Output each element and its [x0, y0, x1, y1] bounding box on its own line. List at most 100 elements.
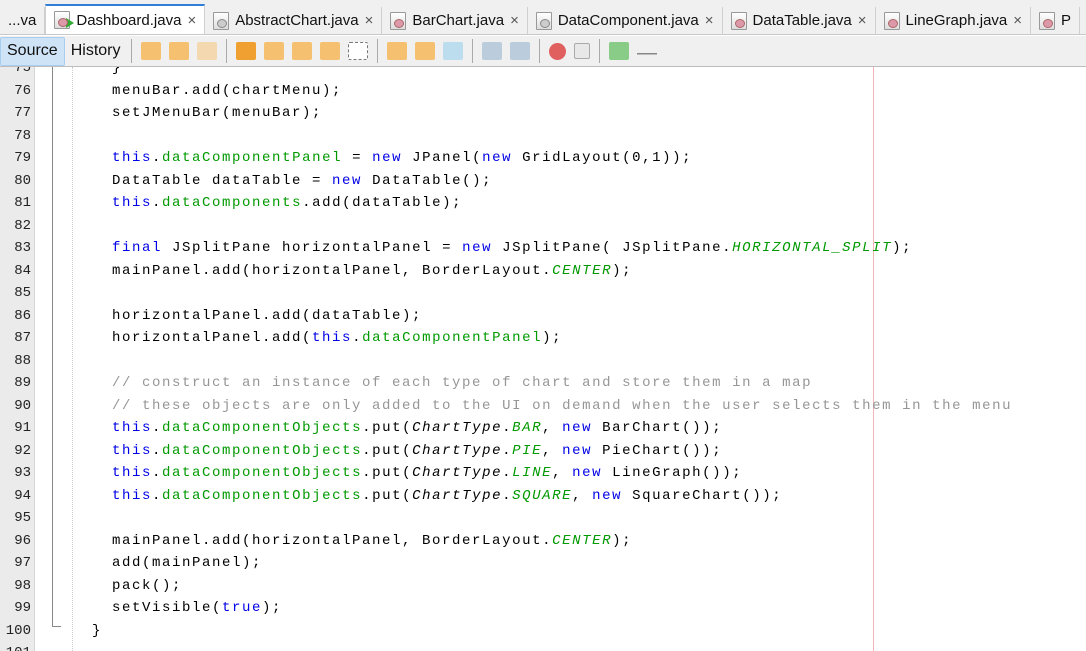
code-line: 89 // construct an instance of each type…: [0, 372, 810, 395]
code-token: .put(: [362, 465, 413, 482]
code-text: DataTable dataTable = new DataTable();: [32, 173, 492, 189]
line-number: 76: [14, 82, 31, 99]
line-number: 97: [14, 555, 31, 572]
code-line: 83 final JSplitPane horizontalPanel = ne…: [0, 237, 910, 260]
code-text: this.dataComponentPanel = new JPanel(new…: [32, 150, 692, 166]
code-line: 75 }: [0, 67, 120, 80]
code-token: mainPanel.add(horizontalPanel, BorderLay…: [32, 262, 553, 279]
code-line: 90 // these objects are only added to th…: [0, 395, 1010, 418]
tab-abstractchart-java[interactable]: AbstractChart.java ×: [205, 7, 383, 34]
code-text: final JSplitPane horizontalPanel = new J…: [32, 240, 912, 256]
line-number: 78: [14, 127, 31, 144]
tab-label: Dashboard.java: [76, 11, 182, 29]
line-number: 98: [14, 577, 31, 594]
tab-label: DataTable.java: [752, 12, 852, 29]
line-number: 85: [14, 285, 31, 302]
code-token: );: [262, 600, 283, 617]
code-token: ChartType: [412, 487, 503, 504]
code-token: .put(: [362, 420, 413, 437]
line-number: 90: [14, 397, 31, 414]
line-number: 89: [14, 375, 31, 392]
line-number: 86: [14, 307, 31, 324]
code-token: .: [152, 420, 163, 437]
code-text: menuBar.add(chartMenu);: [32, 83, 342, 99]
tab-label: P: [1061, 12, 1072, 29]
code-line: 76 menuBar.add(chartMenu);: [0, 80, 340, 103]
code-token: horizontalPanel.add(dataTable);: [32, 307, 423, 324]
line-number: 87: [14, 330, 31, 347]
code-token: // these objects are only added to the U…: [32, 397, 1013, 414]
code-token: .: [502, 487, 513, 504]
java-class-file-icon: [390, 11, 407, 30]
code-token: .: [502, 420, 513, 437]
tab-label: BarChart.java: [412, 12, 505, 29]
tab-barchart-java[interactable]: BarChart.java ×: [382, 7, 528, 34]
line-number: 94: [14, 487, 31, 504]
close-icon[interactable]: ×: [510, 12, 519, 29]
code-token: menuBar.add(chartMenu);: [32, 82, 343, 99]
close-icon[interactable]: ×: [705, 12, 714, 29]
code-token: horizontalPanel.add(: [32, 330, 313, 347]
code-token: );: [542, 330, 563, 347]
code-token: CENTER: [552, 262, 613, 279]
code-token: CENTER: [552, 532, 613, 549]
code-line: 93 this.dataComponentObjects.put(ChartTy…: [0, 462, 740, 485]
line-number: 88: [14, 352, 31, 369]
code-token: new: [372, 150, 403, 167]
code-text: mainPanel.add(horizontalPanel, BorderLay…: [32, 533, 632, 549]
code-token: mainPanel.add(horizontalPanel, BorderLay…: [32, 532, 553, 549]
code-token: JPanel(: [402, 150, 483, 167]
line-number: 91: [14, 420, 31, 437]
line-number: 100: [5, 622, 31, 639]
code-text: horizontalPanel.add(dataTable);: [32, 308, 422, 324]
line-number: 95: [14, 510, 31, 527]
code-token: ,: [552, 465, 573, 482]
code-line: 77 setJMenuBar(menuBar);: [0, 102, 320, 125]
code-editor[interactable]: 75 } 76 menuBar.add(chartMenu); 77 setJMen…: [0, 67, 1011, 651]
code-line: 88: [0, 350, 31, 373]
code-token: this: [112, 195, 153, 212]
code-token: PieChart());: [592, 442, 723, 459]
tab-datacomponent-java[interactable]: DataComponent.java ×: [528, 7, 723, 34]
code-token: setJMenuBar(menuBar);: [32, 105, 323, 122]
close-icon[interactable]: ×: [858, 12, 867, 29]
code-token: dataComponentObjects: [162, 420, 363, 437]
code-token: .: [152, 442, 163, 459]
code-token: JSplitPane( JSplitPane.: [492, 240, 733, 257]
code-token: setVisible(: [32, 600, 223, 617]
java-class-file-icon: [1039, 11, 1056, 30]
code-text: }: [32, 67, 122, 76]
close-icon[interactable]: ×: [1013, 12, 1022, 29]
close-icon[interactable]: ×: [365, 12, 374, 29]
code-token: .: [152, 150, 163, 167]
code-token: this: [112, 465, 153, 482]
close-icon[interactable]: ×: [187, 12, 196, 29]
line-number: 77: [14, 105, 31, 122]
tab--va[interactable]: ...va: [0, 7, 46, 34]
tab-label: LineGraph.java: [905, 12, 1008, 29]
tab-datatable-java[interactable]: DataTable.java ×: [723, 7, 876, 34]
java-class-file-icon: [730, 11, 747, 30]
code-line: 95: [0, 507, 31, 530]
code-token: ,: [542, 442, 563, 459]
code-text: horizontalPanel.add(this.dataComponentPa…: [32, 330, 562, 346]
code-token: ChartType: [412, 465, 503, 482]
code-token: this: [112, 442, 153, 459]
code-token: DataTable();: [362, 172, 493, 189]
tab-p[interactable]: P: [1031, 7, 1081, 34]
code-text: add(mainPanel);: [32, 555, 262, 571]
code-token: dataComponentPanel: [162, 150, 343, 167]
code-token: .: [352, 330, 363, 347]
tab-dashboard-java[interactable]: Dashboard.java ×: [45, 4, 206, 34]
code-line: 85: [0, 282, 31, 305]
line-number: 99: [14, 600, 31, 617]
code-line: 94 this.dataComponentObjects.put(ChartTy…: [0, 485, 780, 508]
code-line: 100 }: [0, 620, 101, 643]
code-token: DataTable dataTable =: [32, 172, 333, 189]
code-token: ChartType: [412, 442, 503, 459]
code-token: final: [112, 240, 163, 257]
tab-linegraph-java[interactable]: LineGraph.java ×: [876, 7, 1032, 34]
line-number: 93: [14, 465, 31, 482]
